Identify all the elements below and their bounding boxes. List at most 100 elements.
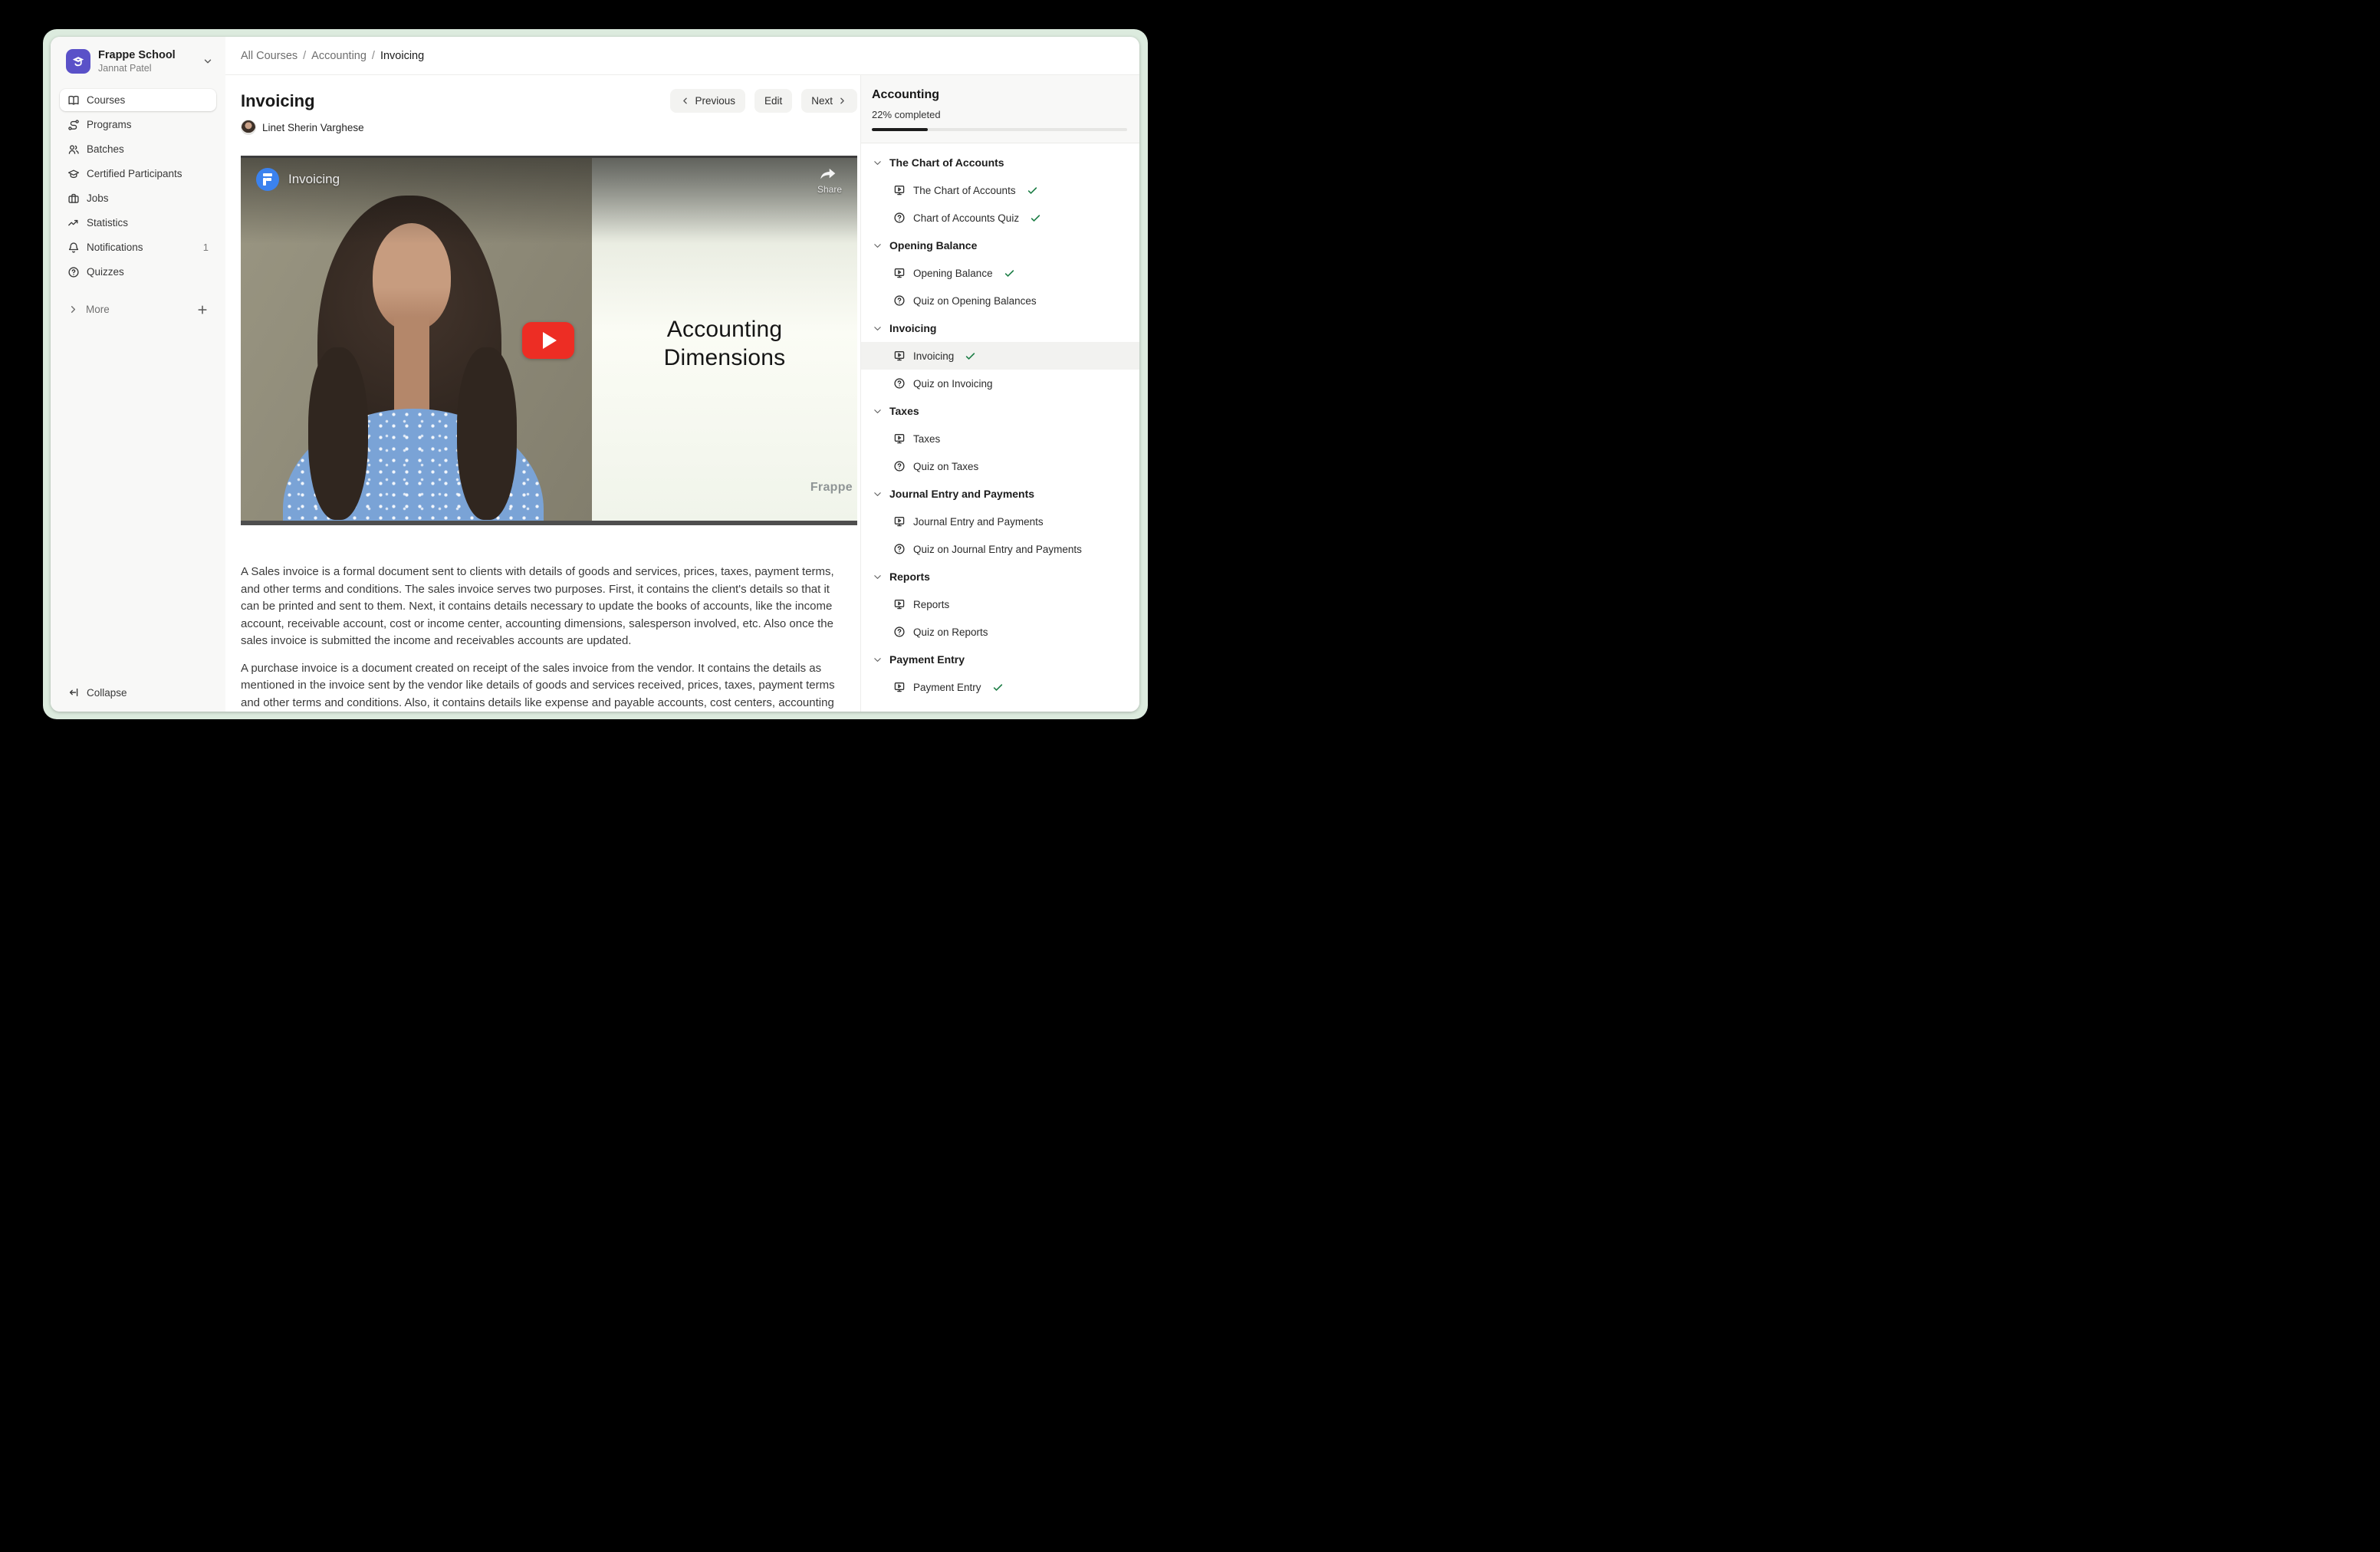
course-title: Accounting — [872, 88, 1127, 102]
outline-lesson-label: Quiz on Journal Entry and Payments — [913, 544, 1082, 555]
plus-icon[interactable] — [196, 304, 209, 316]
breadcrumb-current: Invoicing — [380, 50, 424, 62]
lesson-quiz-icon — [893, 460, 906, 472]
share-button[interactable]: Share — [817, 166, 842, 195]
previous-button[interactable]: Previous — [670, 89, 745, 113]
breadcrumb-accounting[interactable]: Accounting — [311, 50, 367, 62]
collapse-icon — [67, 686, 80, 699]
outline-lesson-invoicing[interactable]: Invoicing — [861, 342, 1139, 370]
sidebar-item-label: Quizzes — [87, 266, 124, 278]
next-label: Next — [811, 95, 833, 107]
sidebar-item-label: Certified Participants — [87, 168, 182, 179]
course-progress-bar — [872, 128, 1127, 131]
outline-lesson-quiz-on-journal-entry-and-payments[interactable]: Quiz on Journal Entry and Payments — [861, 535, 1139, 563]
sidebar-item-label: Notifications — [87, 242, 143, 253]
app-window: Frappe School Jannat Patel Courses Progra… — [51, 37, 1139, 712]
outline-section-title: The Chart of Accounts — [889, 156, 1004, 169]
lesson-quiz-icon — [893, 626, 906, 638]
page-title: Invoicing — [241, 91, 315, 111]
lesson-paragraph: A purchase invoice is a document created… — [241, 660, 846, 712]
outline-lesson-quiz-on-reports[interactable]: Quiz on Reports — [861, 618, 1139, 646]
lesson-video-icon — [893, 350, 906, 362]
lesson-quiz-icon — [893, 212, 906, 224]
chevron-down-icon — [873, 489, 883, 499]
outline-section-invoicing[interactable]: Invoicing — [861, 314, 1139, 342]
breadcrumb: All Courses / Accounting / Invoicing — [225, 37, 1139, 75]
breadcrumb-separator: / — [372, 50, 375, 62]
outline-section-title: Reports — [889, 570, 930, 583]
sidebar-item-notifications[interactable]: Notifications 1 — [60, 236, 216, 258]
video-title[interactable]: Invoicing — [288, 172, 340, 187]
slide-line-2: Dimensions — [592, 344, 857, 372]
desktop-background: { "colors": { "frame_mint": "#dcebde", "… — [0, 0, 1190, 776]
video-player[interactable]: Accounting Dimensions Invoicing — [241, 156, 857, 525]
sidebar-item-more[interactable]: More — [60, 298, 216, 321]
edit-button[interactable]: Edit — [754, 89, 792, 113]
outline-lesson-quiz-on-taxes[interactable]: Quiz on Taxes — [861, 452, 1139, 480]
outline-lesson-label: Reports — [913, 599, 949, 610]
outline-lesson-label: Taxes — [913, 433, 940, 445]
presenter-hair-strand — [308, 347, 368, 520]
play-icon — [543, 332, 557, 349]
outline-lesson-label: Payment Entry — [913, 682, 981, 693]
lesson-quiz-icon — [893, 294, 906, 307]
outline-lesson-label: Quiz on Opening Balances — [913, 295, 1037, 307]
sidebar-item-programs[interactable]: Programs — [60, 113, 216, 136]
collapse-label: Collapse — [87, 687, 127, 699]
outline-lesson-label: Journal Entry and Payments — [913, 516, 1044, 528]
breadcrumb-all-courses[interactable]: All Courses — [241, 50, 298, 62]
sidebar-item-courses[interactable]: Courses — [60, 89, 216, 111]
chevron-down-icon — [873, 406, 883, 416]
completed-check-icon — [992, 682, 1004, 693]
lesson-video-icon — [893, 681, 906, 693]
outline-lesson-quiz-on-opening-balances[interactable]: Quiz on Opening Balances — [861, 287, 1139, 314]
course-progress-label: 22% completed — [872, 109, 1127, 120]
sidebar-item-label: Programs — [87, 119, 132, 130]
video-slide-text: Accounting Dimensions — [592, 315, 857, 372]
workspace-switcher[interactable]: Frappe School Jannat Patel — [60, 46, 216, 77]
outline-lesson-taxes[interactable]: Taxes — [861, 425, 1139, 452]
notification-count-badge: 1 — [203, 242, 209, 253]
frappe-channel-avatar[interactable] — [256, 168, 279, 191]
outline-section-journal-entry-and-payments[interactable]: Journal Entry and Payments — [861, 480, 1139, 508]
outline-section-payment-entry[interactable]: Payment Entry — [861, 646, 1139, 673]
workspace-title: Frappe School — [98, 49, 195, 62]
graduation-cap-icon — [67, 168, 80, 180]
outline-section-title: Journal Entry and Payments — [889, 488, 1034, 500]
outline-lesson-reports[interactable]: Reports — [861, 590, 1139, 618]
sidebar-item-batches[interactable]: Batches — [60, 138, 216, 160]
play-button[interactable] — [522, 322, 574, 359]
chevron-left-icon — [680, 96, 690, 106]
outline-lesson-journal-entry-and-payments[interactable]: Journal Entry and Payments — [861, 508, 1139, 535]
outline-lesson-opening-balance[interactable]: Opening Balance — [861, 259, 1139, 287]
sidebar-item-jobs[interactable]: Jobs — [60, 187, 216, 209]
chevron-down-icon[interactable] — [202, 56, 213, 67]
sidebar-item-certified-participants[interactable]: Certified Participants — [60, 163, 216, 185]
video-header: Invoicing — [241, 156, 857, 203]
outline-section-reports[interactable]: Reports — [861, 563, 1139, 590]
course-outline-list: The Chart of Accounts The Chart of Accoun… — [861, 143, 1139, 712]
outline-lesson-label: Quiz on Reports — [913, 626, 988, 638]
outline-section-taxes[interactable]: Taxes — [861, 397, 1139, 425]
outline-section-title: Invoicing — [889, 322, 936, 334]
collapse-sidebar-button[interactable]: Collapse — [60, 681, 216, 704]
outline-lesson-chart-of-accounts-quiz[interactable]: Chart of Accounts Quiz — [861, 204, 1139, 232]
outline-lesson-label: Quiz on Taxes — [913, 461, 978, 472]
sidebar-item-quizzes[interactable]: Quizzes — [60, 261, 216, 283]
trending-up-icon — [67, 217, 80, 229]
outline-lesson-label: Opening Balance — [913, 268, 993, 279]
chevron-right-icon — [67, 304, 79, 315]
outline-lesson-quiz-on-invoicing[interactable]: Quiz on Invoicing — [861, 370, 1139, 397]
next-button[interactable]: Next — [801, 89, 857, 113]
chevron-down-icon — [873, 241, 883, 251]
outline-lesson-payment-entry[interactable]: Payment Entry — [861, 673, 1139, 701]
outline-lesson-the-chart-of-accounts[interactable]: The Chart of Accounts — [861, 176, 1139, 204]
outline-section-opening-balance[interactable]: Opening Balance — [861, 232, 1139, 259]
outline-section-title: Taxes — [889, 405, 919, 417]
outline-section-the-chart-of-accounts[interactable]: The Chart of Accounts — [861, 149, 1139, 176]
sidebar-item-label: Statistics — [87, 217, 128, 229]
course-outline-header: Accounting 22% completed — [861, 75, 1139, 143]
users-icon — [67, 143, 80, 156]
sidebar-item-statistics[interactable]: Statistics — [60, 212, 216, 234]
lesson-paragraph: A Sales invoice is a formal document sen… — [241, 564, 846, 650]
